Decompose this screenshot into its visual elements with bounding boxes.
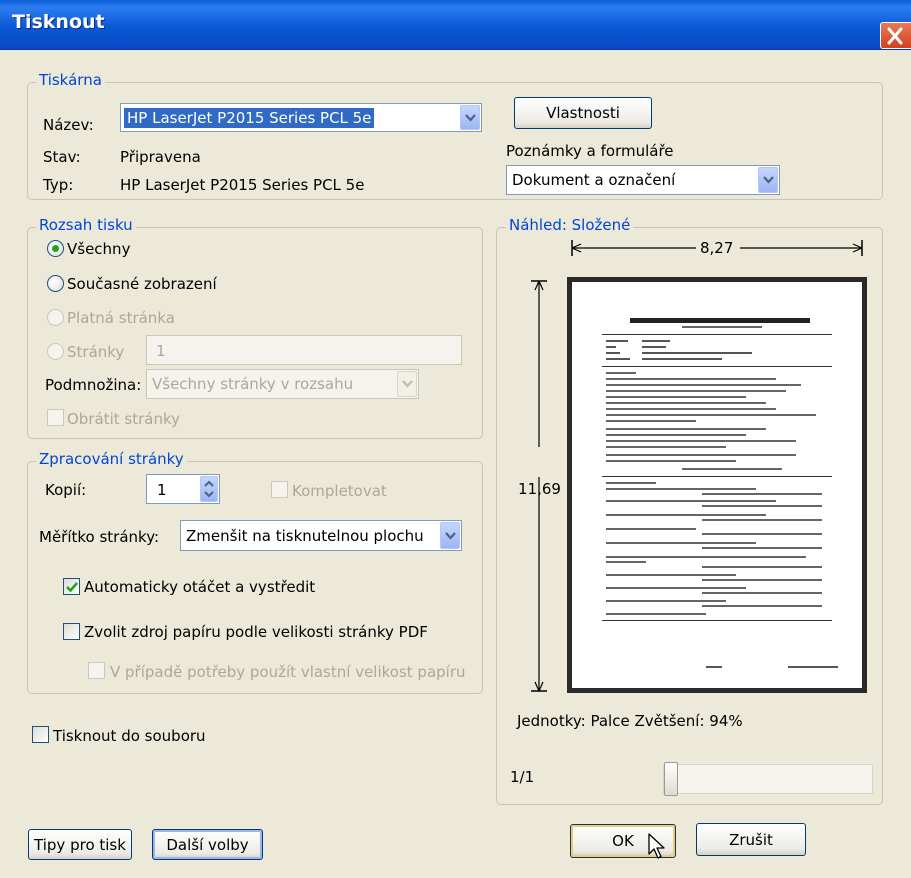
page-handling-legend: Zpracování stránky bbox=[36, 450, 187, 468]
printer-status-value: Připravena bbox=[120, 148, 201, 166]
close-icon bbox=[887, 27, 903, 45]
page-scaling-dropdown-button[interactable] bbox=[440, 522, 460, 549]
reverse-pages-label: Obrátit stránky bbox=[67, 410, 180, 428]
preview-legend: Náhled: Složené bbox=[506, 216, 634, 234]
auto-rotate-label[interactable]: Automaticky otáčet a vystředit bbox=[84, 578, 315, 596]
page-scaling-select[interactable]: Zmenšit na tisknutelnou plochu bbox=[180, 520, 462, 551]
custom-paper-size-checkbox bbox=[88, 662, 105, 679]
comments-forms-value: Dokument a označení bbox=[512, 171, 676, 189]
chevron-down-icon bbox=[402, 380, 413, 388]
range-pages-input: 1 bbox=[146, 335, 462, 365]
comments-dropdown-button[interactable] bbox=[758, 167, 778, 193]
comments-forms-label: Poznámky a formuláře bbox=[506, 142, 674, 160]
range-pages-label: Stránky bbox=[67, 343, 125, 361]
subset-value: Všechny stránky v rozsahu bbox=[152, 375, 354, 393]
chevron-down-icon bbox=[445, 531, 456, 540]
range-current-view-radio[interactable] bbox=[47, 275, 64, 292]
printer-dropdown-button[interactable] bbox=[460, 105, 480, 130]
printer-type-value: HP LaserJet P2015 Series PCL 5e bbox=[120, 176, 365, 194]
printer-type-label: Typ: bbox=[43, 176, 74, 194]
copies-value: 1 bbox=[157, 481, 167, 499]
preview-page-content bbox=[572, 282, 862, 688]
mouse-cursor-icon bbox=[648, 833, 665, 859]
paper-source-checkbox[interactable] bbox=[63, 623, 80, 640]
chevron-down-icon bbox=[763, 176, 774, 184]
more-options-button[interactable]: Další volby bbox=[152, 829, 263, 860]
range-current-page-radio bbox=[47, 309, 64, 326]
paper-source-label[interactable]: Zvolit zdroj papíru podle velikosti strá… bbox=[84, 623, 428, 641]
comments-forms-select[interactable]: Dokument a označení bbox=[506, 165, 780, 195]
range-current-view-label[interactable]: Současné zobrazení bbox=[67, 275, 217, 293]
collate-label: Kompletovat bbox=[292, 482, 387, 500]
print-range-group bbox=[27, 227, 483, 439]
collate-checkbox bbox=[271, 481, 288, 498]
copies-stepper[interactable] bbox=[200, 476, 218, 502]
copies-label: Kopií: bbox=[45, 481, 87, 499]
preview-height-label: 11,69 bbox=[518, 480, 561, 498]
subset-dropdown-button bbox=[397, 371, 417, 397]
print-range-legend: Rozsah tisku bbox=[36, 216, 136, 234]
checkmark-icon bbox=[66, 582, 78, 593]
copies-input[interactable]: 1 bbox=[146, 474, 220, 504]
close-button[interactable] bbox=[880, 22, 911, 49]
printer-name-label: Název: bbox=[43, 116, 94, 134]
print-to-file-label[interactable]: Tisknout do souboru bbox=[53, 727, 206, 745]
chevron-down-icon bbox=[465, 113, 476, 122]
range-pages-value: 1 bbox=[156, 342, 166, 360]
document-thumbnail bbox=[602, 318, 838, 668]
page-slider-track[interactable] bbox=[663, 764, 873, 794]
printer-name-value: HP LaserJet P2015 Series PCL 5e bbox=[124, 107, 375, 128]
printer-status-label: Stav: bbox=[43, 148, 81, 166]
page-indicator: 1/1 bbox=[510, 768, 535, 786]
range-current-page-label: Platná stránka bbox=[67, 309, 175, 327]
subset-label: Podmnožina: bbox=[45, 376, 142, 394]
stepper-arrows-icon bbox=[204, 480, 214, 498]
custom-paper-size-label: V případě potřeby použít vlastní velikos… bbox=[110, 663, 466, 681]
auto-rotate-checkbox[interactable] bbox=[63, 578, 80, 595]
range-all-radio[interactable] bbox=[47, 240, 64, 257]
page-slider-thumb[interactable] bbox=[664, 762, 678, 796]
range-pages-radio bbox=[47, 343, 64, 360]
title-bar bbox=[0, 0, 911, 50]
print-to-file-checkbox[interactable] bbox=[32, 726, 49, 743]
print-tips-button[interactable]: Tipy pro tisk bbox=[28, 829, 132, 860]
units-zoom-text: Jednotky: Palce Zvětšení: 94% bbox=[517, 712, 743, 730]
radio-selected-dot bbox=[52, 245, 59, 252]
preview-page bbox=[567, 277, 867, 693]
printer-name-select[interactable]: HP LaserJet P2015 Series PCL 5e bbox=[120, 103, 482, 132]
page-scaling-label: Měřítko stránky: bbox=[39, 528, 160, 546]
reverse-pages-checkbox bbox=[47, 409, 64, 426]
subset-select: Všechny stránky v rozsahu bbox=[146, 369, 419, 399]
page-scaling-value: Zmenšit na tisknutelnou plochu bbox=[186, 526, 424, 545]
cancel-button[interactable]: Zrušit bbox=[696, 823, 806, 856]
range-all-label[interactable]: Všechny bbox=[67, 240, 130, 258]
window-title: Tisknout bbox=[12, 11, 105, 33]
preview-width-label: 8,27 bbox=[700, 239, 734, 257]
printer-legend: Tiskárna bbox=[36, 71, 105, 89]
properties-button[interactable]: Vlastnosti bbox=[514, 97, 652, 129]
